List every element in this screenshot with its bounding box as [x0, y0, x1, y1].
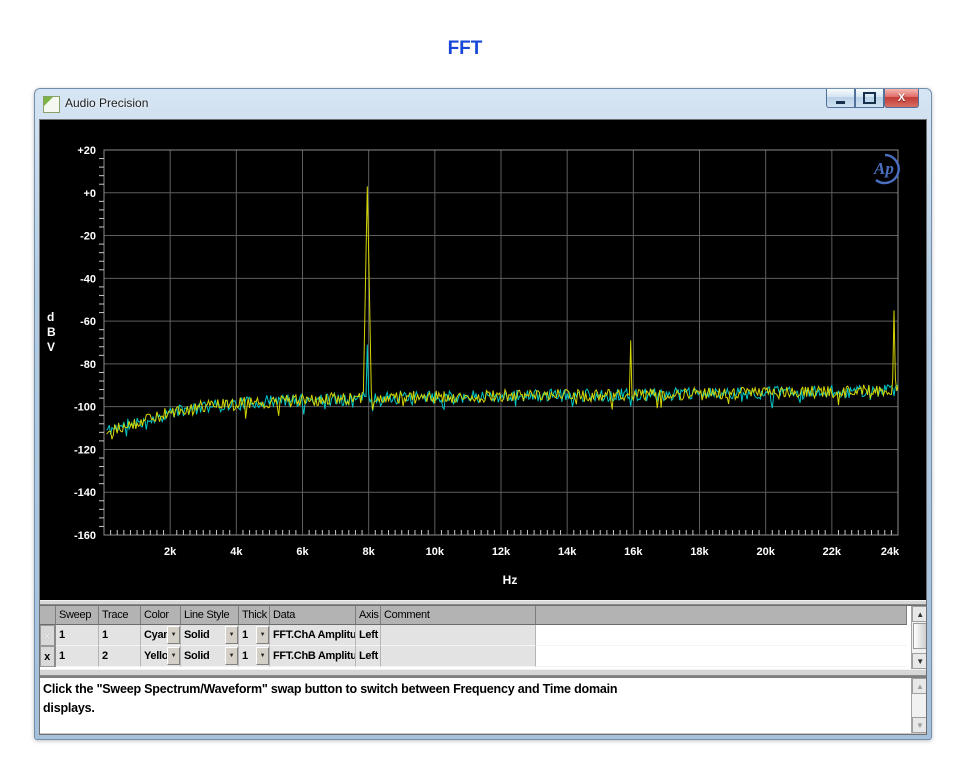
svg-text:-80: -80 [80, 359, 96, 371]
cell-trace[interactable]: 2 [99, 646, 141, 667]
trace-FFT.ChB Amplitude [106, 186, 898, 440]
maximize-button[interactable] [855, 89, 884, 108]
cell-comment[interactable] [381, 625, 536, 646]
dropdown-icon[interactable]: ▼ [167, 647, 180, 665]
audio-precision-window: Audio Precision X +20 +0 -20 -40 -60 -80 -100 -… [34, 88, 932, 740]
svg-text:-20: -20 [80, 231, 96, 243]
scroll-up-icon[interactable]: ▲ [912, 678, 926, 694]
svg-text:8k: 8k [363, 546, 376, 558]
x-axis-label: Hz [502, 573, 518, 587]
svg-text:4k: 4k [230, 546, 243, 558]
svg-text:-60: -60 [80, 316, 96, 328]
empty-cell [536, 646, 907, 667]
cell-color[interactable]: Cyan ▼ [141, 625, 181, 646]
svg-text:12k: 12k [492, 546, 511, 558]
svg-text:+0: +0 [83, 188, 96, 200]
table-scrollbar[interactable]: ▲ ▼ [911, 606, 926, 669]
comment-box[interactable]: Click the "Sweep Spectrum/Waveform" swap… [40, 676, 926, 733]
minimize-button[interactable] [826, 89, 855, 108]
row-select-cell[interactable]: x [40, 625, 56, 646]
cell-data[interactable]: FFT.ChA Amplituc [270, 625, 356, 646]
svg-text:10k: 10k [426, 546, 445, 558]
svg-text:2k: 2k [164, 546, 177, 558]
svg-text:-160: -160 [74, 530, 96, 542]
cell-axis[interactable]: Left [356, 646, 381, 667]
column-header-data: Data [270, 606, 356, 625]
column-header-color: Color [141, 606, 181, 625]
trace-row-2: x 1 2 Yellow ▼ Solid ▼ 1 ▼ FFT.ChB Amplituc Left [40, 646, 911, 667]
close-button[interactable]: X [884, 89, 919, 108]
fft-spectrum-chart: +20 +0 -20 -40 -60 -80 -100 -120 -140 -160 2k 4k 6k 8… [74, 145, 900, 558]
svg-text:20k: 20k [756, 546, 775, 558]
column-header-sweep: Sweep [56, 606, 99, 625]
dropdown-icon[interactable]: ▼ [225, 626, 238, 644]
trace-table: Sweep Trace Color Line Style Thick Data Axis Co… [40, 605, 926, 669]
scroll-up-icon[interactable]: ▲ [912, 606, 926, 622]
svg-text:-120: -120 [74, 444, 96, 456]
svg-text:6k: 6k [296, 546, 309, 558]
minimize-icon [836, 100, 845, 104]
column-header-line-style: Line Style [181, 606, 239, 625]
titlebar[interactable]: Audio Precision X [35, 89, 931, 119]
column-header-blank [40, 606, 56, 625]
ap-logo: Ap [873, 153, 900, 185]
dropdown-icon[interactable]: ▼ [256, 647, 269, 665]
axis-tick-labels: +20 +0 -20 -40 -60 -80 -100 -120 -140 -160 2k 4k 6k 8… [74, 145, 900, 558]
cell-thick[interactable]: 1 ▼ [239, 625, 270, 646]
window-client-area: +20 +0 -20 -40 -60 -80 -100 -120 -140 -160 2k 4k 6k 8… [39, 119, 927, 735]
cell-axis[interactable]: Left [356, 625, 381, 646]
fft-plot-panel: +20 +0 -20 -40 -60 -80 -100 -120 -140 -160 2k 4k 6k 8… [40, 120, 926, 600]
dropdown-icon[interactable]: ▼ [256, 626, 269, 644]
dropdown-icon[interactable]: ▼ [225, 647, 238, 665]
column-header-axis: Axis [356, 606, 381, 625]
cell-line_style[interactable]: Solid ▼ [181, 646, 239, 667]
cell-line_style[interactable]: Solid ▼ [181, 625, 239, 646]
axis-ticks [99, 158, 892, 535]
cell-trace[interactable]: 1 [99, 625, 141, 646]
y-axis-label: d B V [47, 310, 56, 354]
dropdown-icon[interactable]: ▼ [167, 626, 180, 644]
cell-sweep[interactable]: 1 [56, 646, 99, 667]
column-header-blank [536, 606, 907, 625]
cell-color[interactable]: Yellow ▼ [141, 646, 181, 667]
svg-text:14k: 14k [558, 546, 577, 558]
cell-data[interactable]: FFT.ChB Amplituc [270, 646, 356, 667]
empty-cell [536, 625, 907, 646]
comment-scrollbar[interactable]: ▲ ▼ [911, 678, 926, 733]
svg-text:-140: -140 [74, 487, 96, 499]
svg-text:18k: 18k [690, 546, 709, 558]
svg-text:16k: 16k [624, 546, 643, 558]
comment-text: Click the "Sweep Spectrum/Waveform" swap… [43, 682, 618, 715]
svg-text:22k: 22k [823, 546, 842, 558]
row-select-cell[interactable]: x [40, 646, 56, 667]
column-header-thick: Thick [239, 606, 270, 625]
splitter-bar-bottom[interactable] [40, 669, 926, 676]
table-scrollbar-thumb[interactable] [913, 623, 926, 649]
svg-text:-100: -100 [74, 402, 96, 414]
svg-text:+20: +20 [77, 145, 96, 157]
trace-FFT.ChA Amplitude [106, 344, 898, 437]
svg-text:-40: -40 [80, 273, 96, 285]
column-header-trace: Trace [99, 606, 141, 625]
grid-lines [104, 149, 899, 536]
app-icon [43, 96, 60, 113]
window-title: Audio Precision [65, 96, 149, 110]
cell-sweep[interactable]: 1 [56, 625, 99, 646]
svg-text:24k: 24k [881, 546, 900, 558]
maximize-icon [863, 92, 876, 104]
column-header-comment: Comment [381, 606, 536, 625]
ap-logo-text: Ap [873, 159, 894, 178]
page-title: FFT [447, 38, 483, 59]
scroll-down-icon[interactable]: ▼ [912, 653, 926, 669]
cell-thick[interactable]: 1 ▼ [239, 646, 270, 667]
trace-row-1: x 1 1 Cyan ▼ Solid ▼ 1 ▼ FFT.ChA Amplituc Left [40, 625, 911, 646]
close-icon: X [897, 92, 906, 104]
cell-comment[interactable] [381, 646, 536, 667]
scroll-down-icon[interactable]: ▼ [912, 717, 926, 733]
